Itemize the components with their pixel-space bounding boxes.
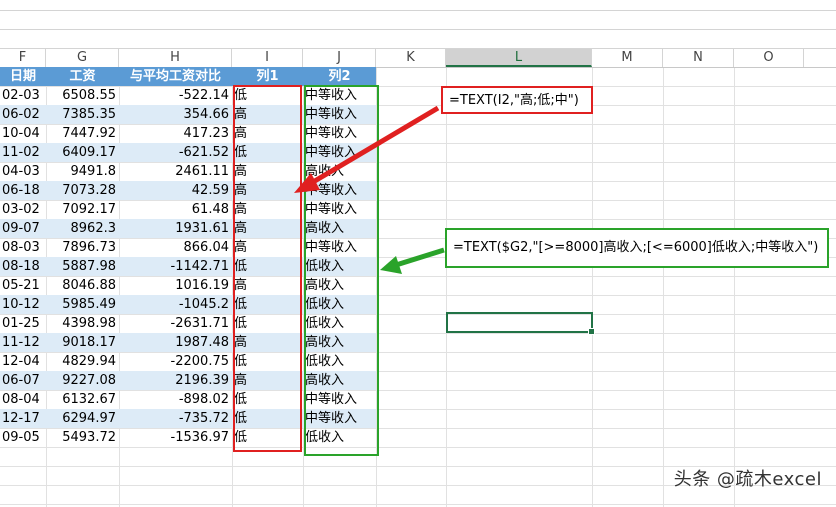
green-arrow-shaft — [395, 247, 445, 268]
red-arrow-head-icon — [294, 173, 320, 193]
green-arrow-head-icon — [380, 256, 402, 274]
red-arrow-shaft — [306, 105, 440, 188]
arrow-overlay — [294, 105, 445, 274]
watermark: 头条 @疏木excel — [673, 469, 822, 490]
spreadsheet-area[interactable]: FGHIJKLMNO 日期 工资 与平均工资对比 列1 列2 02-03 6508.55 -5… — [0, 0, 836, 507]
